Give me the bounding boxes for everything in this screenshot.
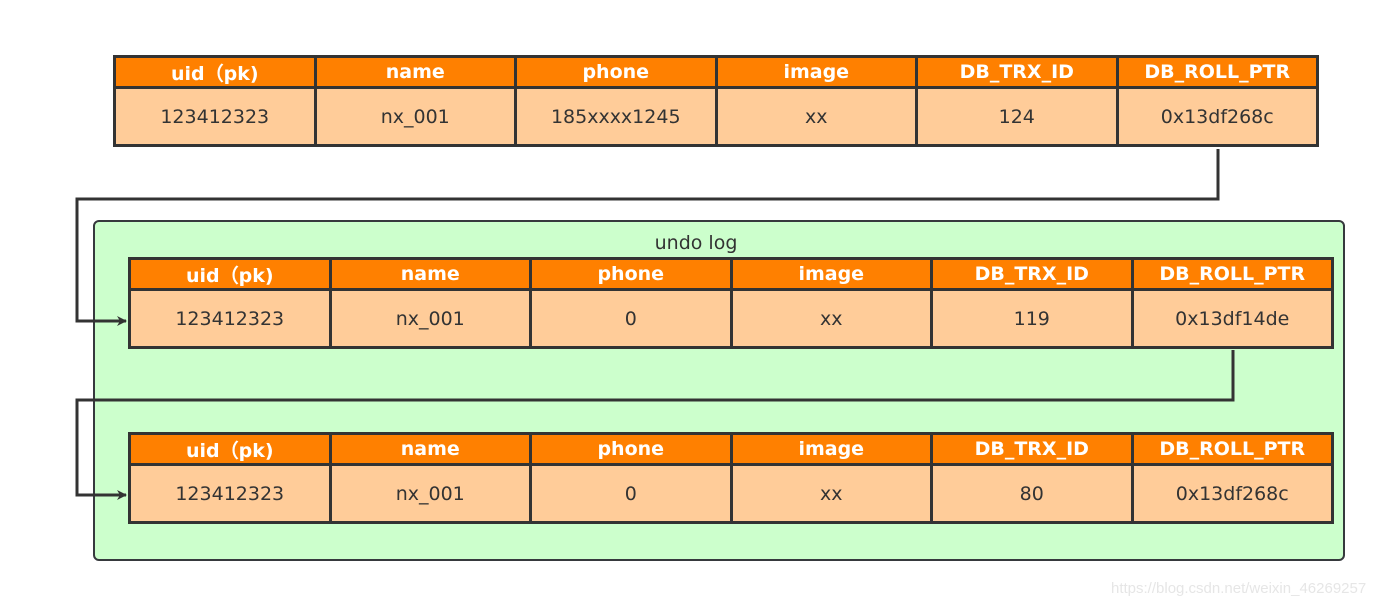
watermark: https://blog.csdn.net/weixin_46269257 (1111, 580, 1367, 597)
roll-pointer-connectors (75, 149, 1235, 500)
connector-arrow-1 (75, 149, 1220, 326)
connector-arrow-2 (75, 350, 1235, 500)
